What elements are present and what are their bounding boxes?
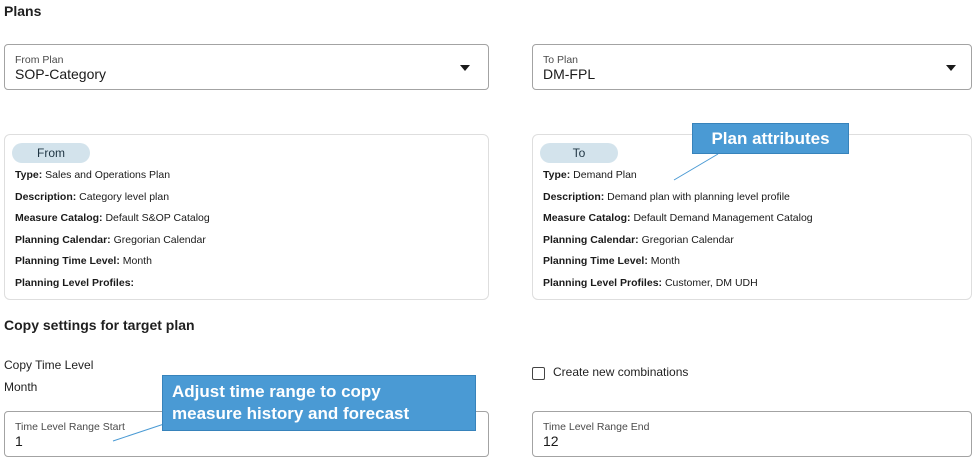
create-combinations-label: Create new combinations bbox=[553, 365, 689, 379]
to-plan-value: DM-FPL bbox=[543, 66, 596, 82]
copy-time-level-label: Copy Time Level bbox=[4, 358, 94, 372]
copy-time-level-value: Month bbox=[4, 380, 38, 394]
from-plan-select[interactable]: From Plan SOP-Category bbox=[4, 44, 489, 90]
to-plan-select[interactable]: To Plan DM-FPL bbox=[532, 44, 972, 90]
to-description: Description: Demand plan with planning l… bbox=[543, 191, 790, 203]
to-pill: To bbox=[540, 143, 618, 163]
to-measure-catalog: Measure Catalog: Default Demand Manageme… bbox=[543, 212, 813, 224]
time-range-callout-line2: measure history and forecast bbox=[172, 404, 410, 423]
plans-heading: Plans bbox=[4, 3, 42, 19]
callout-connector-line bbox=[673, 153, 719, 181]
from-description: Description: Category level plan bbox=[15, 191, 170, 203]
from-planning-level-profiles: Planning Level Profiles: bbox=[15, 277, 135, 289]
to-planning-level-profiles: Planning Level Profiles: Customer, DM UD… bbox=[543, 277, 758, 289]
dropdown-caret-icon[interactable] bbox=[946, 65, 956, 71]
from-plan-card: From Type: Sales and Operations Plan Des… bbox=[4, 134, 489, 300]
from-planning-calendar: Planning Calendar: Gregorian Calendar bbox=[15, 234, 206, 246]
range-end-field[interactable]: Time Level Range End 12 bbox=[532, 411, 972, 457]
dropdown-caret-icon[interactable] bbox=[460, 65, 470, 71]
from-pill: From bbox=[12, 143, 90, 163]
to-plan-label: To Plan bbox=[543, 54, 579, 66]
from-planning-time-level: Planning Time Level: Month bbox=[15, 255, 152, 267]
from-plan-label: From Plan bbox=[15, 54, 64, 66]
from-plan-value: SOP-Category bbox=[15, 66, 107, 82]
to-plan-card: To Type: Demand Plan Description: Demand… bbox=[532, 134, 972, 300]
range-end-value: 12 bbox=[543, 433, 559, 449]
from-measure-catalog: Measure Catalog: Default S&OP Catalog bbox=[15, 212, 210, 224]
plan-attributes-callout: Plan attributes bbox=[692, 123, 849, 154]
range-start-value: 1 bbox=[15, 433, 23, 449]
from-type: Type: Sales and Operations Plan bbox=[15, 169, 171, 181]
time-range-callout: Adjust time range to copy measure histor… bbox=[162, 375, 476, 431]
range-end-label: Time Level Range End bbox=[543, 421, 650, 433]
copy-settings-heading: Copy settings for target plan bbox=[4, 317, 195, 333]
callout-connector-line bbox=[112, 423, 165, 442]
time-range-callout-line1: Adjust time range to copy bbox=[172, 382, 381, 401]
to-type: Type: Demand Plan bbox=[543, 169, 637, 181]
create-combinations-checkbox[interactable] bbox=[532, 367, 545, 380]
to-planning-time-level: Planning Time Level: Month bbox=[543, 255, 680, 267]
to-planning-calendar: Planning Calendar: Gregorian Calendar bbox=[543, 234, 734, 246]
range-start-label: Time Level Range Start bbox=[15, 421, 125, 433]
